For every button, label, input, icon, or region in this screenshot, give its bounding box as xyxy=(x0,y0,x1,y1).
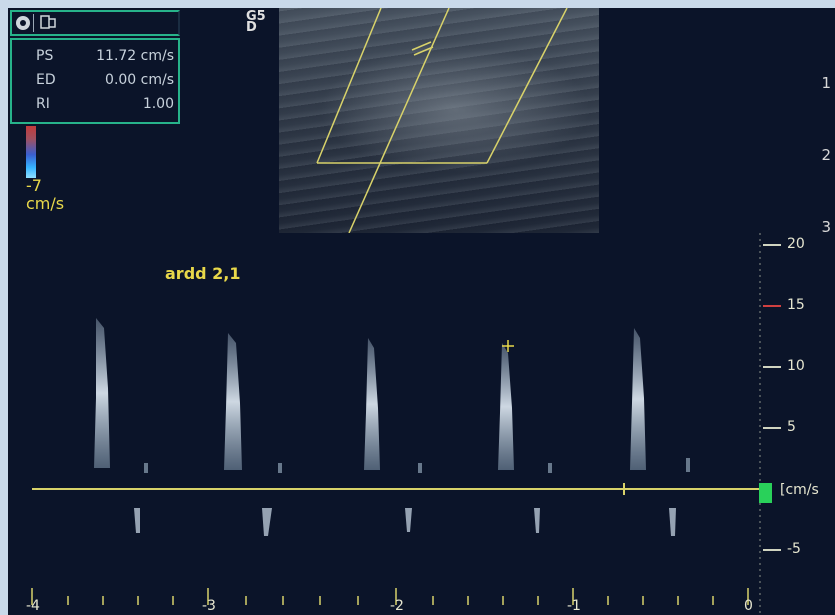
velocity-tick-label: -5 xyxy=(787,541,801,557)
velocity-scale: 20 15 10 5 -5 xyxy=(743,233,833,615)
velocity-tick-label: 5 xyxy=(787,419,796,435)
velocity-tick-label: 10 xyxy=(787,358,805,374)
velocity-tick-label: 20 xyxy=(787,236,805,252)
velocity-tick xyxy=(763,305,781,307)
velocity-tick xyxy=(763,549,781,551)
systolic-peak-2 xyxy=(224,333,242,470)
ultrasound-screen: PS 11.72 cm/s ED 0.00 cm/s RI 1.00 -7 cm… xyxy=(8,8,835,615)
baseline-shift-handle[interactable] xyxy=(759,483,772,503)
velocity-tick xyxy=(763,366,781,368)
systolic-peak-1 xyxy=(94,318,110,468)
time-label-minus1: -1 xyxy=(567,598,581,614)
velocity-tick xyxy=(763,244,781,246)
spectral-peaks xyxy=(94,318,690,536)
systolic-peak-5 xyxy=(630,328,646,470)
velocity-tick-label: 15 xyxy=(787,297,805,313)
velocity-unit-label: [cm/s xyxy=(780,482,819,498)
doppler-spectrum xyxy=(31,318,760,605)
systolic-peak-4 xyxy=(498,343,514,470)
velocity-tick xyxy=(763,427,781,429)
time-label-minus4: -4 xyxy=(26,598,40,614)
systolic-peak-3 xyxy=(364,338,380,470)
velocity-scale-ruler xyxy=(759,233,761,613)
time-label-minus3: -3 xyxy=(202,598,216,614)
time-label-minus2: -2 xyxy=(390,598,404,614)
